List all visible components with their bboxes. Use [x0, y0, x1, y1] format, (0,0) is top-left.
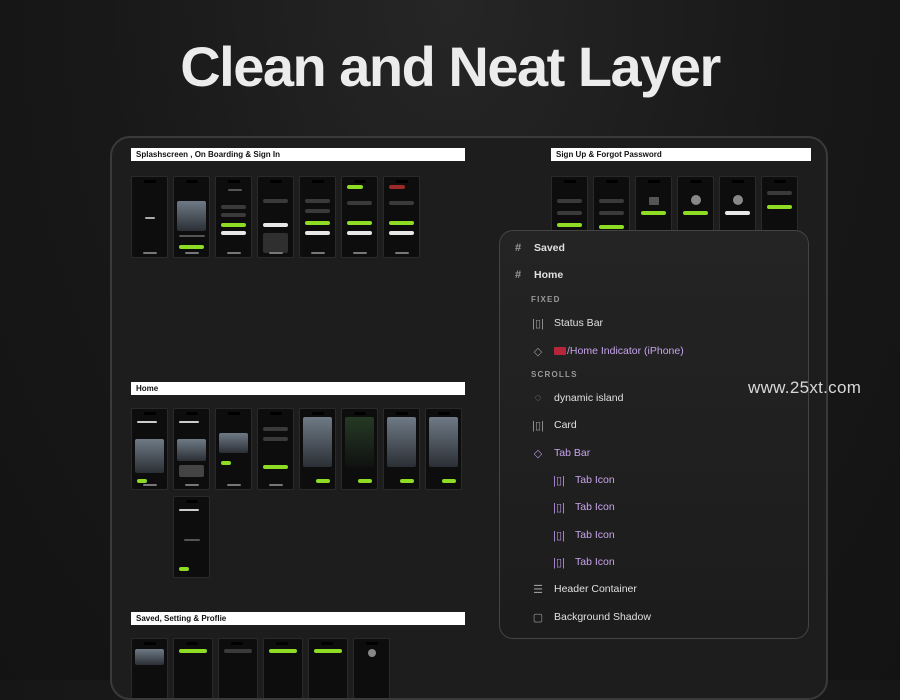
- hero-title: Clean and Neat Layer: [180, 35, 721, 98]
- splash-screens: [131, 176, 420, 258]
- ellipse-icon: ◌: [534, 392, 542, 404]
- layer-background-shadow[interactable]: ▢ Background Shadow: [532, 611, 651, 624]
- layer-saved[interactable]: # Saved: [512, 242, 565, 254]
- home-screens-extra: [173, 496, 210, 578]
- layer-tab-icon[interactable]: |▯| Tab Icon: [553, 501, 615, 514]
- screen-thumbnail[interactable]: [308, 638, 348, 698]
- screen-thumbnail[interactable]: [383, 176, 420, 258]
- home-screens: [131, 408, 462, 490]
- section-label-home: Home: [131, 382, 465, 395]
- screen-thumbnail[interactable]: [257, 408, 294, 490]
- auto-layout-icon: |▯|: [532, 419, 544, 432]
- screen-thumbnail[interactable]: [425, 408, 462, 490]
- screen-thumbnail[interactable]: [341, 176, 378, 258]
- screen-thumbnail[interactable]: [215, 408, 252, 490]
- screen-thumbnail[interactable]: [173, 176, 210, 258]
- group-label-scrolls: SCROLLS: [531, 370, 578, 379]
- instance-icon: |▯|: [553, 474, 565, 487]
- section-label-splash: Splashscreen , On Boarding & Sign In: [131, 148, 465, 161]
- frame-icon: #: [514, 242, 522, 254]
- layer-tab-bar[interactable]: ◇ Tab Bar: [532, 447, 590, 460]
- screen-thumbnail[interactable]: [173, 638, 213, 698]
- screen-thumbnail[interactable]: [173, 408, 210, 490]
- screen-thumbnail[interactable]: [218, 638, 258, 698]
- screen-thumbnail[interactable]: [215, 176, 252, 258]
- screen-thumbnail[interactable]: [383, 408, 420, 490]
- instance-icon: |▯|: [553, 529, 565, 542]
- instance-icon: |▯|: [553, 556, 565, 569]
- layer-status-bar[interactable]: |▯| Status Bar: [532, 317, 603, 330]
- screen-thumbnail[interactable]: [263, 638, 303, 698]
- layer-dynamic-island[interactable]: ◌ dynamic island: [532, 392, 624, 404]
- layer-header-container[interactable]: ☰ Header Container: [532, 583, 637, 596]
- screen-thumbnail[interactable]: [131, 638, 168, 698]
- screen-thumbnail[interactable]: [299, 176, 336, 258]
- component-icon: ◇: [533, 345, 543, 358]
- align-left-icon: ☰: [533, 583, 543, 596]
- layer-tab-icon[interactable]: |▯| Tab Icon: [553, 529, 615, 542]
- layers-panel: # Saved # Home FIXED |▯| Status Bar ◇ /H…: [499, 230, 809, 639]
- group-label-fixed: FIXED: [531, 295, 561, 304]
- component-icon: ◇: [533, 447, 543, 460]
- layer-home-indicator[interactable]: ◇ /Home Indicator (iPhone): [532, 345, 684, 358]
- screen-thumbnail[interactable]: [131, 408, 168, 490]
- saved-screens: [131, 638, 390, 698]
- screen-thumbnail[interactable]: [131, 176, 168, 258]
- screen-thumbnail[interactable]: [299, 408, 336, 490]
- auto-layout-icon: |▯|: [532, 317, 544, 330]
- section-label-saved: Saved, Setting & Proflie: [131, 612, 465, 625]
- rectangle-icon: ▢: [532, 611, 544, 624]
- frame-icon: #: [514, 269, 522, 281]
- screen-thumbnail[interactable]: [353, 638, 390, 698]
- section-label-signup: Sign Up & Forgot Password: [551, 148, 811, 161]
- screen-thumbnail[interactable]: [173, 496, 210, 578]
- layer-tab-icon[interactable]: |▯| Tab Icon: [553, 474, 615, 487]
- layer-home[interactable]: # Home: [512, 269, 563, 281]
- instance-icon: |▯|: [553, 501, 565, 514]
- layer-card[interactable]: |▯| Card: [532, 419, 577, 432]
- emoji-icon: [554, 347, 566, 356]
- screen-thumbnail[interactable]: [257, 176, 294, 258]
- screen-thumbnail[interactable]: [341, 408, 378, 490]
- watermark: www.25xt.com: [748, 378, 862, 397]
- layer-tab-icon[interactable]: |▯| Tab Icon: [553, 556, 615, 569]
